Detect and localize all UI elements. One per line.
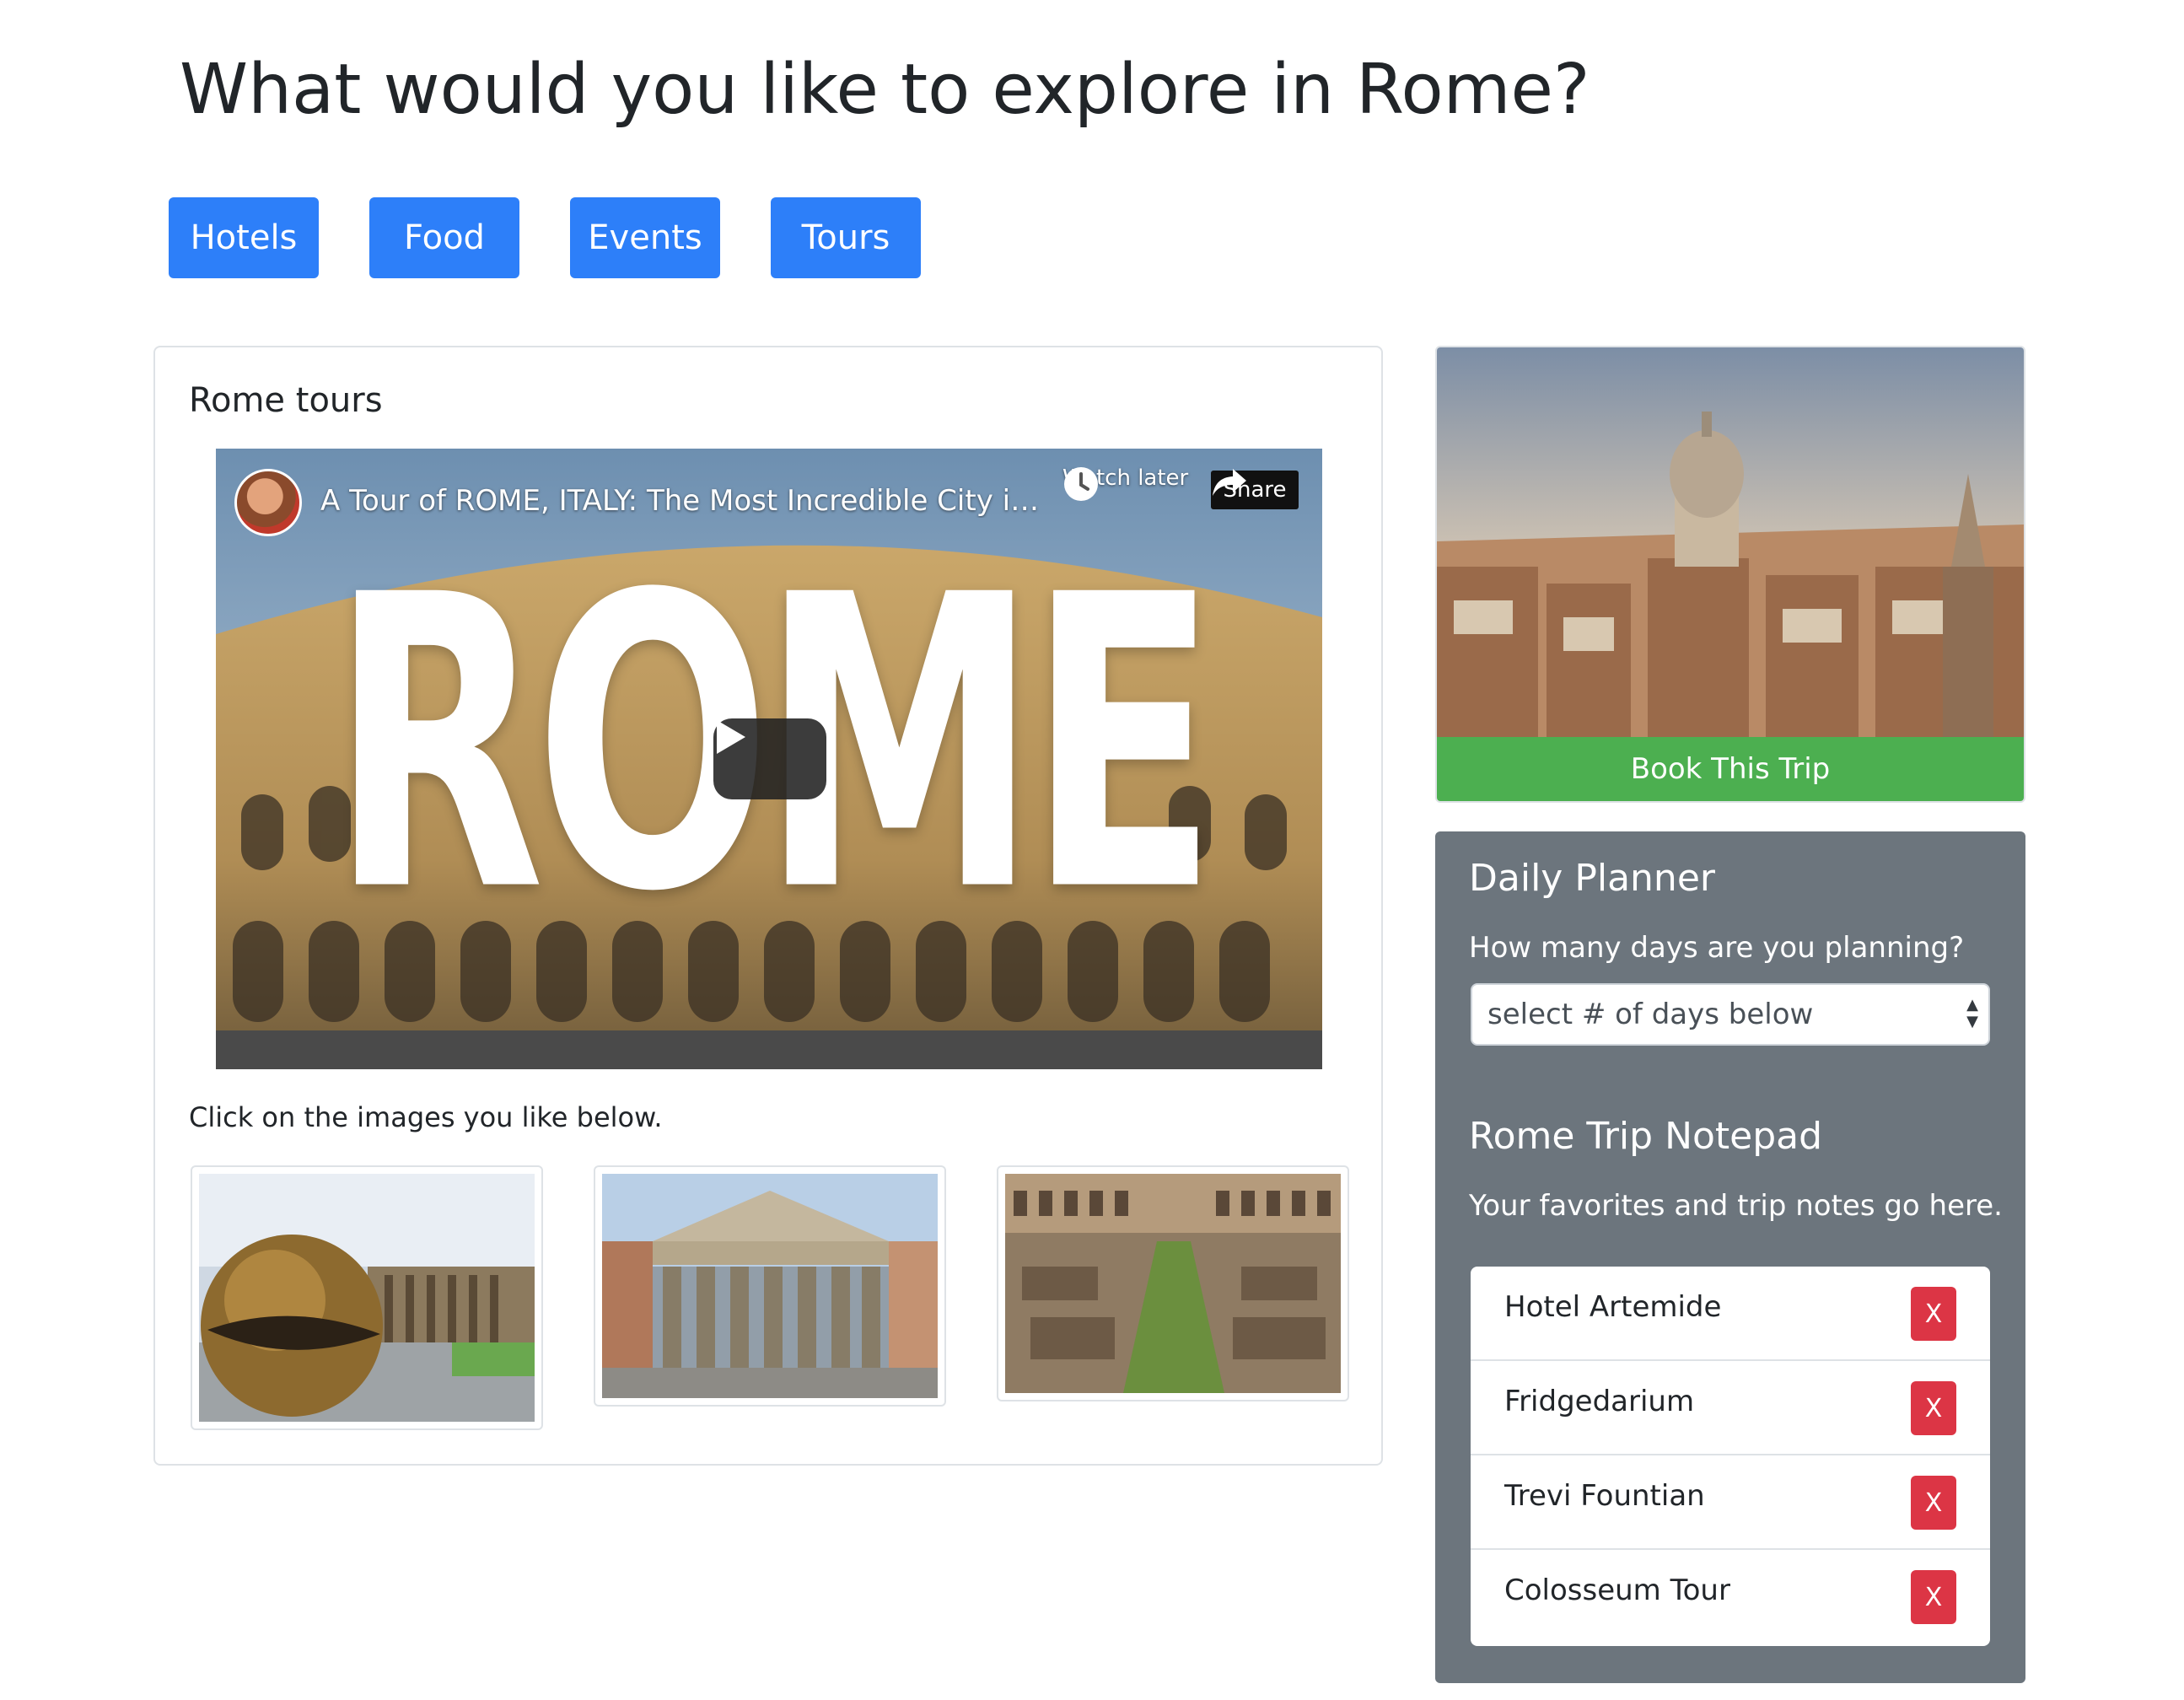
- events-button[interactable]: Events: [570, 197, 720, 278]
- delete-item-button[interactable]: X: [1911, 1381, 1956, 1435]
- list-item: Colosseum Tour X: [1471, 1550, 1990, 1644]
- image-instruction: Click on the images you like below.: [189, 1101, 663, 1133]
- delete-item-button[interactable]: X: [1911, 1476, 1956, 1530]
- page-title: What would you like to explore in Rome?: [180, 50, 1590, 130]
- pantheon-image-thumbnail[interactable]: [594, 1165, 946, 1407]
- book-trip-button[interactable]: Book This Trip: [1437, 737, 2024, 801]
- video-player[interactable]: ROME A Tour of ROME, ITALY: The Most Inc…: [216, 449, 1322, 1069]
- food-button[interactable]: Food: [369, 197, 519, 278]
- play-button[interactable]: [713, 718, 826, 799]
- share-arrow-icon: [1213, 469, 1246, 496]
- notepad-subtitle: Your favorites and trip notes go here.: [1469, 1189, 2003, 1223]
- tours-card-title: Rome tours: [189, 381, 383, 420]
- note-item-text: Hotel Artemide: [1504, 1290, 1722, 1324]
- colosseum-interior-image: [1005, 1174, 1341, 1393]
- video-title[interactable]: A Tour of ROME, ITALY: The Most Incredib…: [320, 484, 1046, 518]
- note-item-text: Colosseum Tour: [1504, 1574, 1730, 1607]
- clock-icon: [1064, 467, 1098, 501]
- list-item: Trevi Fountian X: [1471, 1455, 1990, 1550]
- colosseum-interior-image-thumbnail[interactable]: [997, 1165, 1349, 1401]
- days-select[interactable]: select # of days below ▲ ▼: [1471, 983, 1990, 1046]
- sphere-within-sphere-image: [199, 1174, 535, 1422]
- list-item: Fridgedarium X: [1471, 1361, 1990, 1455]
- notepad-title: Rome Trip Notepad: [1469, 1115, 1823, 1158]
- rome-hero-card: Book This Trip: [1435, 346, 2025, 803]
- sphere-image-thumbnail[interactable]: [191, 1165, 543, 1430]
- share-button[interactable]: Share: [1211, 465, 1299, 509]
- channel-avatar[interactable]: [234, 469, 302, 536]
- note-item-text: Fridgedarium: [1504, 1385, 1695, 1418]
- watch-later-button[interactable]: Watch later: [1062, 465, 1188, 501]
- tours-button[interactable]: Tours: [771, 197, 921, 278]
- rome-skyline-image: [1437, 347, 2024, 737]
- hotels-button[interactable]: Hotels: [169, 197, 319, 278]
- tours-card: Rome tours ROME A Tour of ROME, ITALY: T…: [153, 346, 1383, 1466]
- daily-planner-card: Daily Planner How many days are you plan…: [1435, 831, 2025, 1683]
- pantheon-image: [602, 1174, 938, 1398]
- list-item: Hotel Artemide X: [1471, 1267, 1990, 1361]
- days-select-value: select # of days below: [1487, 998, 1814, 1031]
- delete-item-button[interactable]: X: [1911, 1287, 1956, 1341]
- delete-item-button[interactable]: X: [1911, 1570, 1956, 1624]
- days-question: How many days are you planning?: [1469, 931, 1965, 965]
- note-item-text: Trevi Fountian: [1504, 1479, 1705, 1513]
- play-icon: [717, 720, 745, 754]
- select-updown-icon: ▲ ▼: [1966, 996, 1978, 1030]
- planner-title: Daily Planner: [1469, 857, 1715, 900]
- notepad-list: Hotel Artemide X Fridgedarium X Trevi Fo…: [1471, 1267, 1990, 1646]
